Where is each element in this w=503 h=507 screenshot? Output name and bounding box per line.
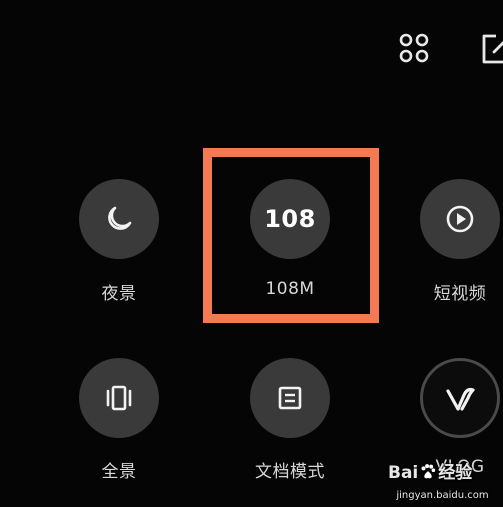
baidu-watermark: Bai 经验 jingyan.baidu.com	[382, 452, 503, 507]
watermark-brand-left: Bai	[388, 463, 419, 483]
short-video-mode-button[interactable]	[420, 179, 500, 259]
short-video-mode-label: 短视频	[433, 284, 487, 304]
document-mode-label: 文档模式	[255, 462, 325, 482]
play-icon	[446, 205, 474, 233]
highlight-box	[203, 148, 379, 323]
watermark-brand-right: 经验	[438, 463, 473, 483]
paw-icon	[421, 464, 436, 479]
panorama-mode-label: 全景	[101, 462, 137, 482]
document-icon	[278, 386, 302, 410]
moon-icon	[108, 206, 132, 230]
vlog-mode-button[interactable]	[420, 358, 500, 438]
night-mode-button[interactable]	[79, 179, 159, 259]
vlog-icon	[446, 387, 475, 411]
night-mode-label: 夜景	[101, 284, 137, 304]
watermark-brand: Bai 经验	[388, 458, 472, 483]
grid-icon[interactable]	[394, 28, 434, 68]
watermark-url: jingyan.baidu.com	[396, 490, 489, 501]
panorama-mode-button[interactable]	[79, 358, 159, 438]
edit-icon[interactable]	[478, 28, 503, 68]
panorama-icon	[106, 385, 132, 411]
document-mode-button[interactable]	[250, 358, 330, 438]
